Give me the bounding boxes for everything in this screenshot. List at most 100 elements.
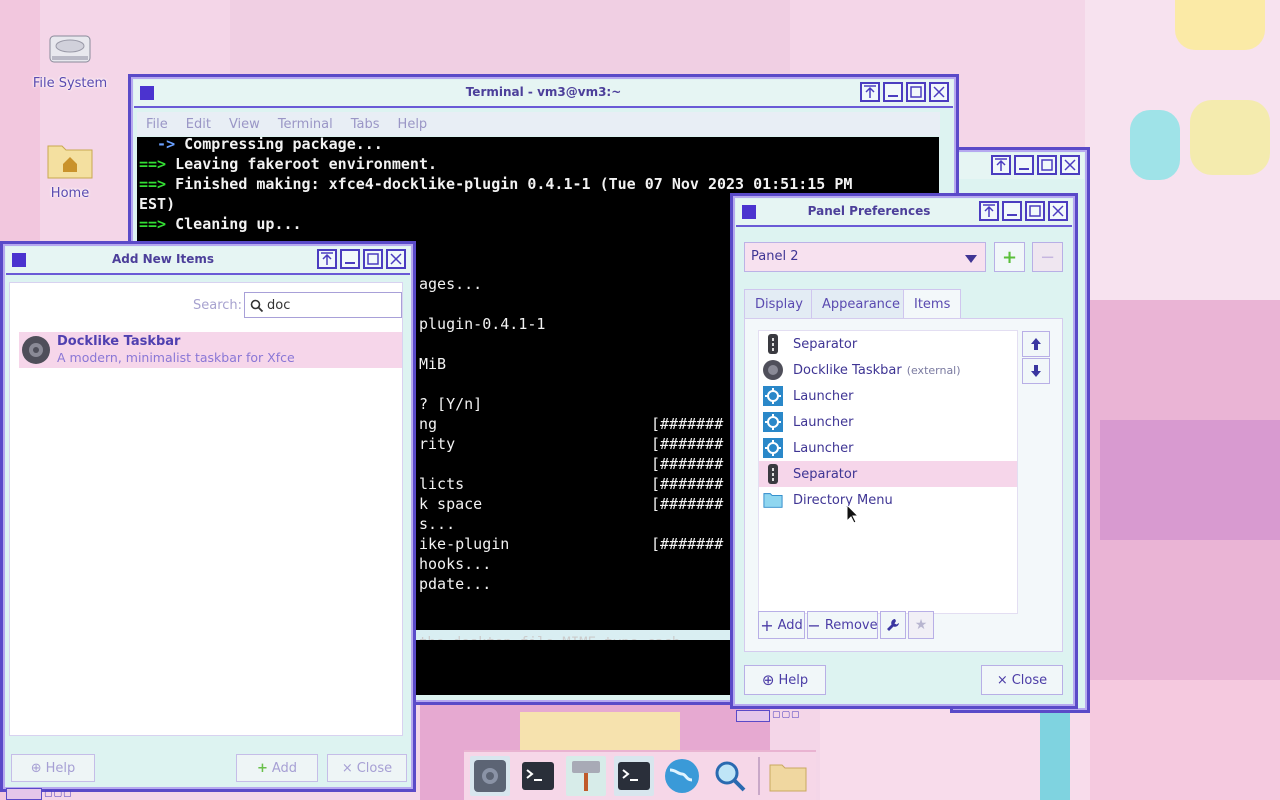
close-x-icon: × (996, 672, 1008, 688)
add-items-title: Add New Items (111, 252, 215, 266)
taskbar-terminal-button[interactable] (518, 756, 558, 796)
panel-select-dropdown[interactable]: Panel 2 (744, 242, 986, 272)
menu-tabs[interactable]: Tabs (342, 117, 389, 132)
close-icon (933, 86, 945, 98)
remove-panel-button[interactable]: − (1032, 242, 1063, 272)
maximize-button[interactable] (1037, 155, 1057, 175)
menu-file[interactable]: File (137, 117, 177, 132)
terminal-shade-button[interactable] (860, 82, 880, 102)
maximize-up-button[interactable] (991, 155, 1011, 175)
close-button[interactable] (1060, 155, 1080, 175)
panel-prefs-close-dialog-button[interactable]: × Close (981, 665, 1063, 695)
chevron-down-icon (965, 255, 977, 263)
taskbar-terminal-button-2[interactable] (614, 756, 654, 796)
terminal-partial-line: ike-plugin (419, 535, 510, 553)
search-icon (250, 299, 264, 313)
taskbar-appfinder-button[interactable] (566, 756, 606, 796)
item-label: Directory Menu (793, 492, 893, 508)
line-text: Finished making: xfce4-docklike-plugin 0… (166, 175, 853, 193)
list-item-separator[interactable]: Separator (759, 331, 1017, 357)
terminal-partial-line: ? [Y/n] (419, 395, 483, 413)
move-down-button[interactable] (1022, 358, 1050, 384)
tab-appearance[interactable]: Appearance (811, 289, 912, 319)
taskbar-settings-button[interactable] (470, 756, 510, 796)
terminal-icon (618, 762, 650, 790)
terminal-maximize-button[interactable] (906, 82, 926, 102)
close-x-icon: × (341, 760, 353, 776)
menu-terminal[interactable]: Terminal (269, 117, 342, 132)
minimize-icon (345, 262, 355, 264)
list-item-directory-menu[interactable]: Directory Menu (759, 487, 1017, 513)
move-up-button[interactable] (1022, 331, 1050, 357)
list-item-launcher[interactable]: Launcher (759, 383, 1017, 409)
add-new-items-window[interactable]: Add New Items Search: doc Docklike Taskb… (0, 241, 416, 792)
panel-prefs-close-button[interactable] (1048, 201, 1068, 221)
panel-select-value: Panel 2 (751, 249, 799, 264)
desktop-icon-file-system[interactable]: File System (25, 30, 115, 91)
add-label: Add (271, 760, 298, 776)
add-items-shade-button[interactable] (317, 249, 337, 269)
items-list[interactable]: Separator Docklike Taskbar (external) La… (758, 330, 1018, 614)
add-items-titlebar[interactable]: Add New Items (6, 247, 410, 275)
background-window-titlebar[interactable] (956, 153, 1084, 179)
terminal-partial-line: ng (419, 415, 438, 433)
search-icon (715, 761, 746, 792)
terminal-partial-line: MiB (419, 355, 447, 373)
item-properties-button[interactable] (880, 611, 906, 639)
panel-prefs-minimize-button[interactable] (1002, 201, 1022, 221)
launcher-icon (763, 412, 783, 432)
panel-prefs-titlebar[interactable]: Panel Preferences (736, 199, 1072, 227)
menu-edit[interactable]: Edit (177, 117, 220, 132)
minimize-button[interactable] (1014, 155, 1034, 175)
progress-fragment: [####### (651, 535, 724, 553)
terminal-partial-line: hooks... (419, 555, 492, 573)
menu-help[interactable]: Help (389, 117, 437, 132)
terminal-partial-line: rity (419, 435, 456, 453)
add-items-close-dialog-button[interactable]: × Close (327, 754, 407, 782)
panel-prefs-shade-button[interactable] (979, 201, 999, 221)
item-label: Docklike Taskbar (793, 362, 902, 378)
panel-prefs-help-button[interactable]: ⊕ Help (744, 665, 826, 695)
maximize-icon (1041, 159, 1053, 171)
terminal-partial-line: pdate... (419, 575, 492, 593)
add-panel-button[interactable]: + (994, 242, 1025, 272)
tab-items-label: Items (914, 297, 951, 312)
list-item-separator-selected[interactable]: Separator (759, 461, 1017, 487)
plugin-description: A modern, minimalist taskbar for Xfce (57, 350, 295, 365)
remove-item-button[interactable]: − Remove (807, 611, 878, 639)
item-about-button[interactable]: ★ (908, 611, 934, 639)
list-item-docklike-taskbar[interactable]: Docklike Taskbar (external) (759, 357, 1017, 383)
add-items-add-button[interactable]: + Add (236, 754, 318, 782)
tab-items[interactable]: Items (903, 289, 962, 319)
list-item-launcher[interactable]: Launcher (759, 409, 1017, 435)
progress-fragment: [####### (651, 455, 724, 473)
terminal-icon (522, 762, 554, 790)
menu-view[interactable]: View (220, 117, 269, 132)
help-label: Help (45, 760, 76, 776)
terminal-partial-line: s... (419, 515, 456, 533)
terminal-close-button[interactable] (929, 82, 949, 102)
close-label: Close (1011, 672, 1048, 688)
remove-label: Remove (824, 617, 878, 633)
plugin-list-item[interactable]: Docklike Taskbar A modern, minimalist ta… (19, 332, 402, 368)
search-input[interactable]: doc (244, 292, 402, 318)
add-items-maximize-button[interactable] (363, 249, 383, 269)
terminal-line: ==> Leaving fakeroot environment. (139, 154, 437, 174)
taskbar-web-browser-button[interactable] (662, 756, 702, 796)
panel-prefs-maximize-button[interactable] (1025, 201, 1045, 221)
terminal-minimize-button[interactable] (883, 82, 903, 102)
panel-prefs-dock-tab (736, 710, 770, 722)
add-item-button[interactable]: + Add (758, 611, 805, 639)
window-menu-icon[interactable] (742, 205, 756, 219)
tab-display[interactable]: Display (744, 289, 814, 319)
taskbar-file-manager-button[interactable] (768, 756, 808, 796)
list-item-launcher[interactable]: Launcher (759, 435, 1017, 461)
add-items-help-button[interactable]: ⊕ Help (11, 754, 95, 782)
add-items-close-button[interactable] (386, 249, 406, 269)
terminal-titlebar[interactable]: Terminal - vm3@vm3:~ (134, 80, 953, 108)
add-items-minimize-button[interactable] (340, 249, 360, 269)
wrench-icon (887, 619, 899, 631)
taskbar-search-button[interactable] (710, 756, 750, 796)
desktop-icon-home[interactable]: Home (25, 140, 115, 201)
star-icon: ★ (914, 617, 928, 633)
